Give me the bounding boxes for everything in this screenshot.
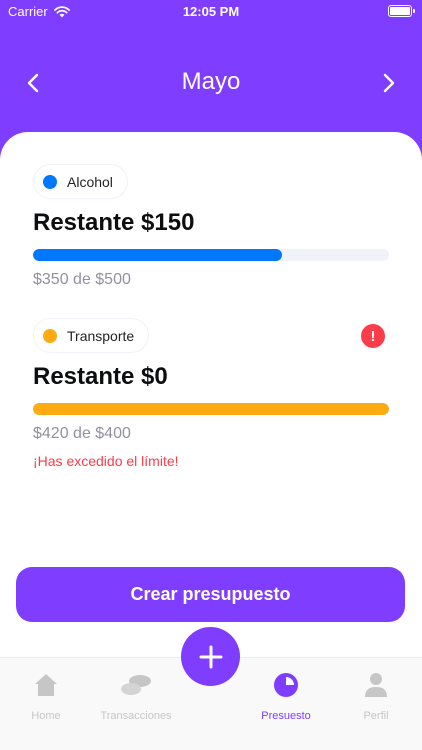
battery-icon: [388, 5, 415, 17]
month-header: Mayo: [0, 60, 422, 106]
create-budget-button[interactable]: Crear presupuesto: [16, 567, 405, 622]
spent-of-limit: $420 de $400: [33, 425, 131, 442]
tab-label: Transacciones: [100, 710, 172, 722]
user-icon: [365, 673, 387, 697]
over-limit-warning: ¡Has excedido el límite!: [33, 453, 179, 469]
budget-card-transporte[interactable]: Transporte ! Restante $0 $420 de $400 ¡H…: [33, 318, 389, 469]
spent-of-limit: $350 de $500: [33, 271, 131, 288]
category-label: Transporte: [67, 327, 135, 344]
tab-profile[interactable]: Perfil: [334, 670, 418, 722]
alert-icon: !: [361, 324, 385, 348]
category-label: Alcohol: [67, 173, 113, 190]
category-color-dot: [43, 328, 57, 343]
plus-icon: [199, 645, 222, 668]
budget-progress-fill: [33, 403, 389, 415]
remaining-amount: Restante $150: [33, 209, 195, 236]
category-color-dot: [43, 174, 57, 189]
tab-label: Perfil: [363, 710, 389, 722]
budget-card-alcohol[interactable]: Alcohol Restante $150 $350 de $500: [33, 164, 389, 289]
add-transaction-button[interactable]: [181, 627, 240, 686]
tab-home[interactable]: Home: [4, 670, 88, 722]
tab-label: Presuesto: [261, 710, 311, 722]
category-chip: Alcohol: [33, 164, 128, 199]
tab-label: Home: [31, 710, 61, 722]
remaining-amount: Restante $0: [33, 363, 168, 390]
transactions-icon: [121, 675, 151, 695]
status-time: 12:05 PM: [182, 4, 240, 19]
tab-budget[interactable]: Presuesto: [244, 670, 328, 722]
budget-progress-fill: [33, 249, 283, 261]
category-chip: Transporte: [33, 318, 150, 353]
chevron-right-icon: [383, 73, 395, 93]
budget-progress-bar: [33, 403, 389, 415]
status-bar: Carrier 12:05 PM: [0, 0, 422, 24]
tab-transactions[interactable]: Transacciones: [94, 670, 178, 722]
pie-chart-icon: [274, 673, 298, 697]
budget-progress-bar: [33, 249, 389, 261]
month-title: Mayo: [181, 68, 241, 95]
next-month-button[interactable]: [372, 66, 406, 100]
home-icon: [35, 674, 57, 696]
